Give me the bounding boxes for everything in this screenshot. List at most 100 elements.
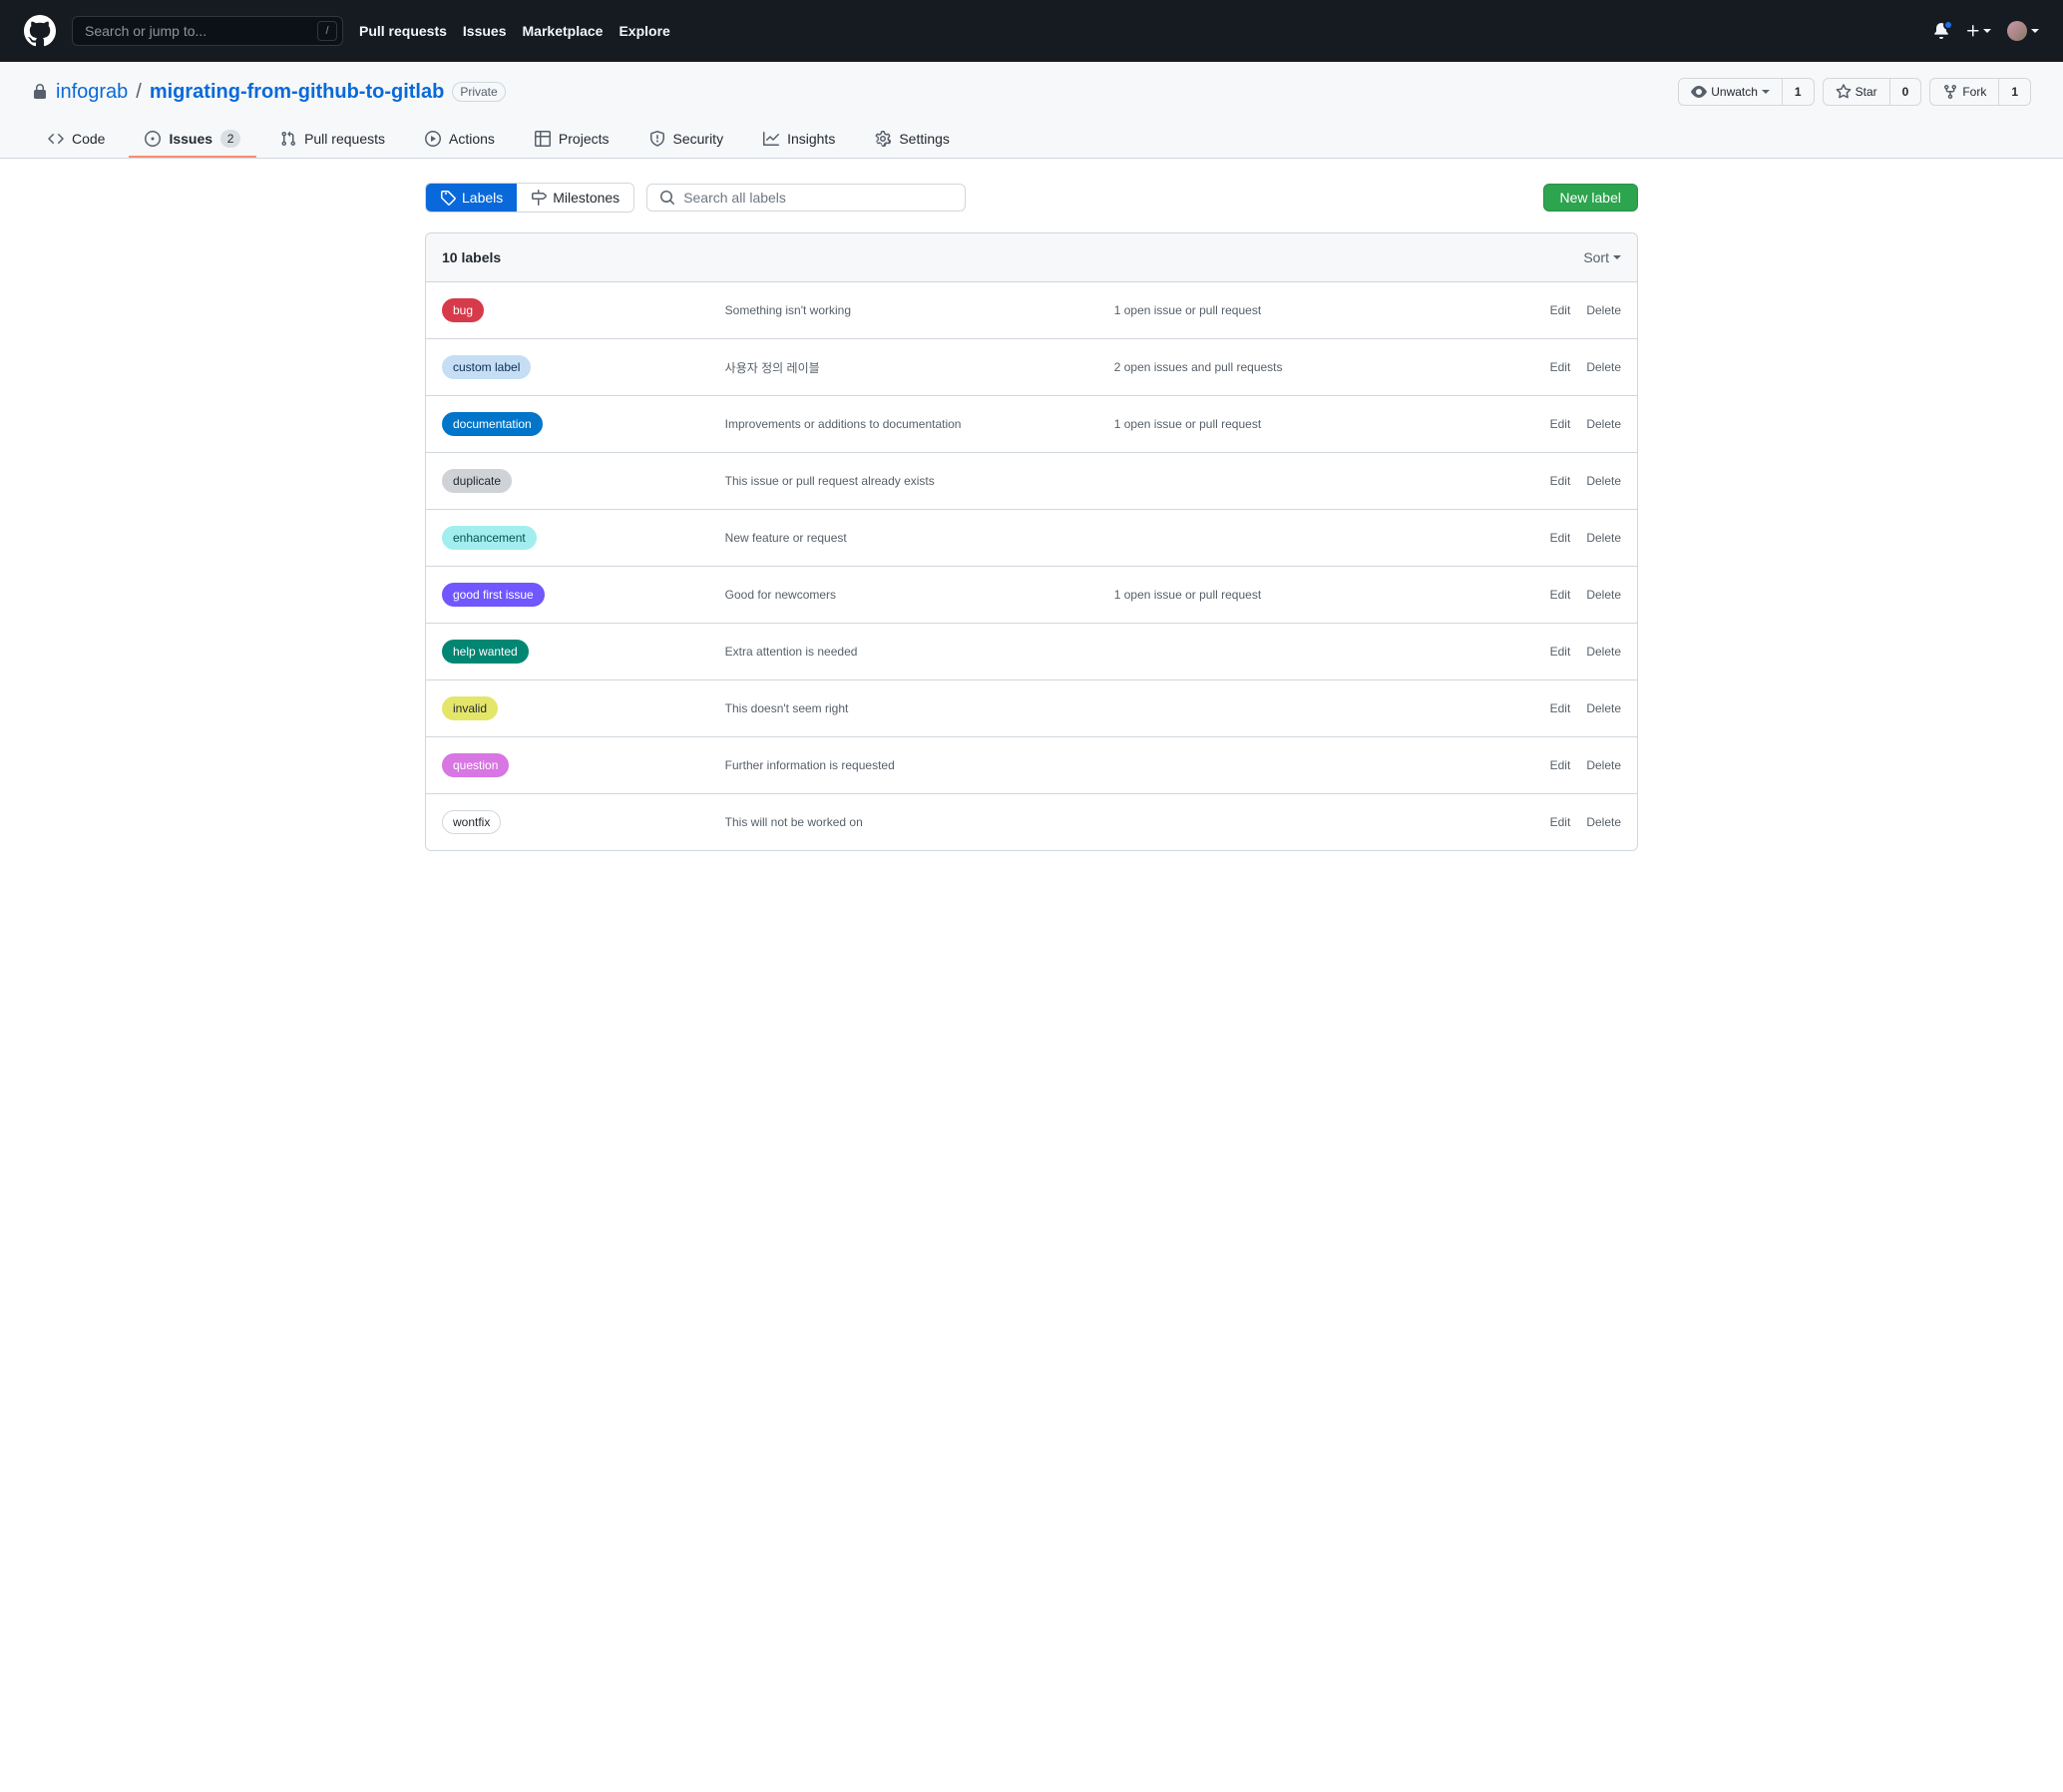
table-icon [535,131,551,147]
delete-label[interactable]: Delete [1586,474,1621,488]
global-header: / Pull requests Issues Marketplace Explo… [0,0,2063,62]
nav-explore[interactable]: Explore [619,23,669,39]
tab-issues[interactable]: Issues 2 [129,122,256,158]
edit-label[interactable]: Edit [1550,758,1571,772]
label-pill[interactable]: documentation [442,412,543,436]
gear-icon [875,131,891,147]
watchers-count[interactable]: 1 [1783,78,1815,106]
tab-security[interactable]: Security [633,122,740,158]
edit-label[interactable]: Edit [1550,360,1571,374]
label-open-count[interactable]: 1 open issue or pull request [1114,303,1261,317]
tab-code[interactable]: Code [32,122,121,158]
caret-down-icon [1762,90,1770,94]
tag-icon [440,190,456,206]
forks-count[interactable]: 1 [1999,78,2031,106]
labels-count: 10 labels [442,249,501,265]
label-description: Extra attention is needed [725,645,1114,659]
visibility-badge: Private [452,82,505,102]
milestone-icon [531,190,547,206]
tab-settings[interactable]: Settings [859,122,966,158]
label-pill[interactable]: custom label [442,355,531,379]
label-row: wontfix This will not be worked on Edit Del… [426,794,1637,850]
delete-label[interactable]: Delete [1586,417,1621,431]
labels-list-header: 10 labels Sort [426,233,1637,282]
delete-label[interactable]: Delete [1586,701,1621,715]
search-input[interactable] [72,16,343,46]
edit-label[interactable]: Edit [1550,531,1571,545]
label-row: good first issue Good for newcomers1 open… [426,567,1637,624]
delete-label[interactable]: Delete [1586,645,1621,659]
label-row: questionFurther information is requested… [426,737,1637,794]
delete-label[interactable]: Delete [1586,588,1621,602]
plus-icon [1965,23,1981,39]
edit-label[interactable]: Edit [1550,815,1571,829]
tab-insights-label: Insights [787,131,835,147]
github-logo[interactable] [24,15,56,47]
fork-button[interactable]: Fork [1929,78,1999,106]
delete-label[interactable]: Delete [1586,531,1621,545]
notification-indicator [1943,20,1953,30]
nav-issues[interactable]: Issues [463,23,507,39]
nav-marketplace[interactable]: Marketplace [523,23,604,39]
subnav-labels[interactable]: Labels [426,184,517,212]
create-new-dropdown[interactable] [1965,23,1991,39]
sort-dropdown[interactable]: Sort [1583,249,1621,265]
label-pill[interactable]: invalid [442,696,498,720]
new-label-button[interactable]: New label [1543,184,1638,212]
subnav-tabs: Labels Milestones [425,183,634,213]
repo-name-link[interactable]: migrating-from-github-to-gitlab [150,81,445,104]
subnav-milestones[interactable]: Milestones [517,184,633,212]
tab-code-label: Code [72,131,105,147]
label-description: Something isn't working [725,303,1114,317]
label-pill[interactable]: good first issue [442,583,545,607]
label-pill[interactable]: wontfix [442,810,501,834]
nav-pull-requests[interactable]: Pull requests [359,23,447,39]
tab-security-label: Security [673,131,724,147]
delete-label[interactable]: Delete [1586,303,1621,317]
unwatch-label: Unwatch [1711,85,1758,99]
repo-owner-link[interactable]: infograb [56,81,128,104]
edit-label[interactable]: Edit [1550,417,1571,431]
tab-settings-label: Settings [899,131,950,147]
stars-count[interactable]: 0 [1890,78,1922,106]
user-menu[interactable] [2007,21,2039,41]
labels-list: 10 labels Sort bug Something isn't workin… [425,232,1638,851]
unwatch-button[interactable]: Unwatch [1678,78,1783,106]
label-pill[interactable]: duplicate [442,469,512,493]
edit-label[interactable]: Edit [1550,303,1571,317]
edit-label[interactable]: Edit [1550,588,1571,602]
repo-header: infograb / migrating-from-github-to-gitl… [0,62,2063,159]
label-open-count[interactable]: 2 open issues and pull requests [1114,360,1283,374]
tab-insights[interactable]: Insights [747,122,851,158]
star-button[interactable]: Star [1823,78,1890,106]
delete-label[interactable]: Delete [1586,360,1621,374]
edit-label[interactable]: Edit [1550,701,1571,715]
fork-label: Fork [1962,85,1986,99]
label-pill[interactable]: enhancement [442,526,537,550]
subnav: Labels Milestones New label [425,183,1638,213]
tab-actions-label: Actions [449,131,495,147]
tab-pull-requests[interactable]: Pull requests [264,122,401,158]
edit-label[interactable]: Edit [1550,474,1571,488]
label-row: invalidThis doesn't seem rightEditDelete [426,680,1637,737]
label-search [646,184,966,212]
label-description: Good for newcomers [725,588,1114,602]
label-search-input[interactable] [683,190,953,206]
label-pill[interactable]: bug [442,298,484,322]
label-row: documentationImprovements or additions t… [426,396,1637,453]
label-pill[interactable]: question [442,753,509,777]
edit-label[interactable]: Edit [1550,645,1571,659]
label-pill[interactable]: help wanted [442,640,529,664]
label-open-count[interactable]: 1 open issue or pull request [1114,417,1261,431]
tab-actions[interactable]: Actions [409,122,511,158]
tab-pulls-label: Pull requests [304,131,385,147]
label-description: This will not be worked on [725,815,1114,829]
notifications-button[interactable] [1933,23,1949,39]
delete-label[interactable]: Delete [1586,758,1621,772]
shield-icon [649,131,665,147]
git-pull-request-icon [280,131,296,147]
delete-label[interactable]: Delete [1586,815,1621,829]
tab-projects[interactable]: Projects [519,122,625,158]
label-open-count[interactable]: 1 open issue or pull request [1114,588,1261,602]
mark-github-icon [24,15,56,47]
